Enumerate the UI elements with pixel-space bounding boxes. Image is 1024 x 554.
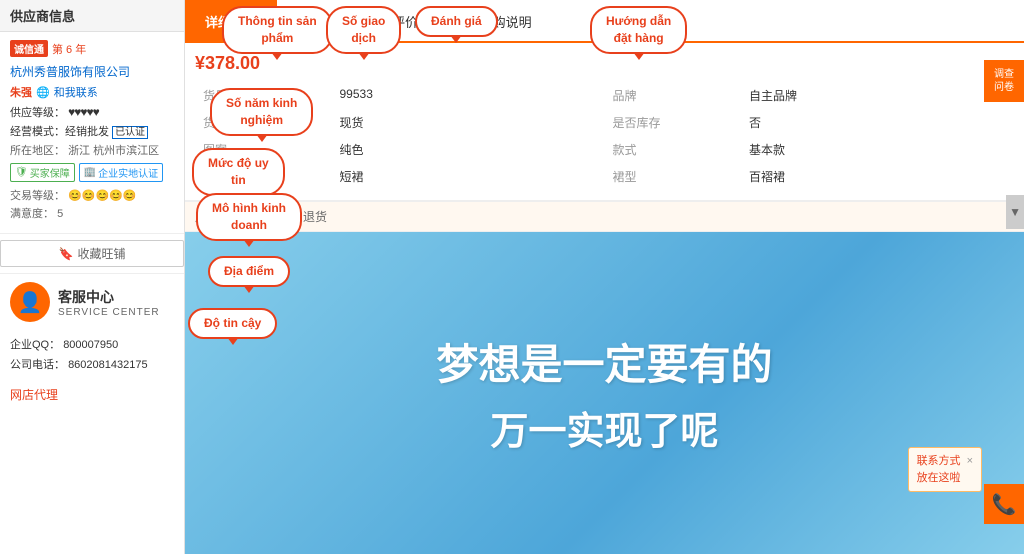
shop-agent-text[interactable]: 网店代理 — [10, 388, 58, 402]
sidebar-header: 供应商信息 — [0, 0, 184, 32]
satisfaction-row: 满意度： 5 — [10, 205, 174, 221]
main-content: 详细信息 成交2786 评价517 订购说明 ¥378.00 货号 99533 … — [185, 0, 1024, 554]
banner-text1: 梦想是一定要有的 — [436, 331, 772, 392]
field-value: 短裙 — [332, 163, 605, 190]
building-icon: 🏢 — [84, 167, 96, 178]
table-row: 图案 纯色 款式 基本款 — [195, 136, 1014, 163]
business-row: 经营模式：经销批发 已认证 — [10, 123, 174, 139]
tooltip-transactions: Số giaodịch — [326, 6, 401, 54]
supply-label: 供应等级： — [10, 107, 65, 119]
field-value: 现货 — [332, 109, 605, 136]
survey-widget[interactable]: 调查问卷 — [984, 60, 1024, 102]
field-value: 百褶裙 — [741, 163, 1014, 190]
field-value: 否 — [741, 109, 1014, 136]
certified-badge: 已认证 — [112, 126, 148, 139]
field-label: 是否库存 — [605, 109, 742, 136]
phone-row: 公司电话： 8602081432175 — [10, 356, 174, 376]
phone-icon: 📞 — [992, 492, 1017, 517]
badge-buyer: 🛡 买家保障 — [10, 163, 75, 182]
price-row: ¥378.00 — [195, 53, 1014, 74]
trade-row: 交易等级： 😊😊😊😊😊 — [10, 187, 174, 203]
service-subtitle: SERVICE CENTER — [58, 307, 160, 318]
service-text: 客服中心 SERVICE CENTER — [58, 287, 160, 318]
field-value: 纯色 — [332, 136, 605, 163]
banner: 梦想是一定要有的 万一实现了呢 — [185, 232, 1024, 554]
qq-label: 企业QQ： — [10, 339, 60, 351]
trust-icon: 诚信通 — [10, 40, 48, 57]
contact-icon: 🌐 — [36, 86, 50, 99]
field-value: 基本款 — [741, 136, 1014, 163]
field-label: 款式 — [605, 136, 742, 163]
field-value: 自主品牌 — [741, 82, 1014, 109]
field-value: 99533 — [332, 82, 605, 109]
trust-years: 第 6 年 — [52, 41, 86, 57]
service-icon: 👤 — [10, 282, 50, 322]
supply-stars: ♥♥♥♥♥ — [68, 105, 99, 119]
supply-row: 供应等级： ♥♥♥♥♥ — [10, 104, 174, 120]
shipping-row: 产品支持七天无理由退货 — [185, 201, 1024, 232]
trade-label: 交易等级： — [10, 190, 65, 202]
scroll-arrow[interactable]: ▼ — [1006, 195, 1024, 229]
tooltip-product-info: Thông tin sảnphẩm — [222, 6, 333, 54]
service-title: 客服中心 — [58, 287, 160, 307]
table-row: 货源类别 现货 是否库存 否 — [195, 109, 1014, 136]
tooltip-reviews: Đánh giá — [415, 6, 498, 37]
qq-value: 800007950 — [63, 339, 118, 351]
collect-button[interactable]: 🔖 收藏旺铺 — [0, 240, 184, 267]
location-value: 浙江 杭州市滨江区 — [68, 145, 159, 157]
collect-btn-label: 收藏旺铺 — [77, 245, 125, 262]
seller-info: 诚信通 第 6 年 杭州秀普服饰有限公司 朱强 🌐 和我联系 供应等级： ♥♥♥… — [0, 32, 184, 234]
tooltip-location: Địa điểm — [208, 256, 290, 287]
product-info-table: 货号 99533 品牌 自主品牌 货源类别 现货 是否库存 否 图案 纯色 款式… — [195, 82, 1014, 190]
tooltip-order-guide: Hướng dẫnđặt hàng — [590, 6, 687, 54]
company-name[interactable]: 杭州秀普服饰有限公司 — [10, 63, 174, 80]
badges-row: 🛡 买家保障 🏢 企业实地认证 — [10, 163, 174, 182]
tooltip-trust-level: Mức độ uytin — [192, 148, 285, 196]
contact-name: 朱强 — [10, 84, 32, 100]
sidebar: 供应商信息 诚信通 第 6 年 杭州秀普服饰有限公司 朱强 🌐 和我联系 供应等… — [0, 0, 185, 554]
phone-widget[interactable]: 📞 — [984, 484, 1024, 524]
trust-badge: 诚信通 第 6 年 — [10, 40, 174, 57]
price-value: 378.00 — [205, 53, 260, 73]
location-row: 所在地区： 浙江 杭州市滨江区 — [10, 142, 174, 158]
bookmark-icon: 🔖 — [59, 247, 74, 261]
location-label: 所在地区： — [10, 145, 65, 157]
contact-popup-close[interactable]: × — [967, 453, 973, 470]
qq-row: 企业QQ： 800007950 — [10, 336, 174, 356]
badge-company: 🏢 企业实地认证 — [79, 163, 163, 182]
phone-value: 8602081432175 — [68, 359, 148, 371]
shield-icon: 🛡 — [15, 167, 28, 178]
field-label: 品牌 — [605, 82, 742, 109]
badge-company-text: 企业实地认证 — [98, 165, 158, 180]
contact-popup-text: 联系方式放在这啦 — [917, 455, 961, 484]
tooltip-experience: Số năm kinhnghiệm — [210, 88, 313, 136]
right-widgets: 调查问卷 — [984, 60, 1024, 104]
service-center: 👤 客服中心 SERVICE CENTER — [0, 273, 184, 330]
shop-agent-link[interactable]: 网店代理 — [0, 382, 184, 407]
phone-label: 公司电话： — [10, 359, 65, 371]
satisfaction-value: 5 — [57, 208, 63, 220]
tooltip-reliability: Độ tin cậy — [188, 308, 277, 339]
table-row: 裙长 短裙 裙型 百褶裙 — [195, 163, 1014, 190]
contact-info: 企业QQ： 800007950 公司电话： 8602081432175 — [0, 330, 184, 382]
tooltip-business-model: Mô hình kinhdoanh — [196, 193, 302, 241]
table-row: 货号 99533 品牌 自主品牌 — [195, 82, 1014, 109]
banner-text2: 万一实现了呢 — [490, 400, 718, 455]
badge-buyer-text: 买家保障 — [30, 165, 70, 180]
field-label: 裙型 — [605, 163, 742, 190]
contact-popup: × 联系方式放在这啦 — [908, 447, 982, 492]
trade-stars: 😊😊😊😊😊 — [68, 190, 136, 202]
contact-link[interactable]: 和我联系 — [54, 84, 98, 100]
contact-row: 朱强 🌐 和我联系 — [10, 84, 174, 100]
business-label: 经营模式：经销批发 — [10, 126, 109, 138]
satisfaction-label: 满意度： — [10, 208, 54, 220]
